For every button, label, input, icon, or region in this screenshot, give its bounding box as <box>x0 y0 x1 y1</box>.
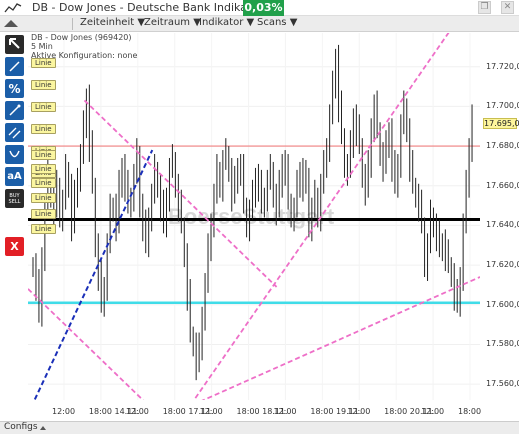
close-icon[interactable]: ✕ <box>501 1 514 14</box>
drawing-label[interactable]: Linie <box>31 164 56 174</box>
y-tick-label: 17.580,0 <box>486 339 519 349</box>
menu-bar: Zeiteinheit ▼ Zeitraum ▼ Indikator ▼ Sca… <box>0 16 519 32</box>
drawing-label[interactable]: Linie <box>31 124 56 134</box>
trend-line[interactable] <box>83 99 278 288</box>
chart-interval: 5 Min <box>31 42 53 51</box>
change-badge: 0,03% <box>243 0 284 16</box>
x-tick-label: 12:00 <box>273 407 297 416</box>
y-tick-label: 17.680,0 <box>486 141 519 151</box>
y-tick-label: 17.620,0 <box>486 260 519 270</box>
y-tick-label: 17.660,0 <box>486 180 519 190</box>
y-tick-label: 17.700,0 <box>486 101 519 111</box>
last-price-label: 17.695,0 <box>483 118 519 129</box>
chart-icon <box>4 3 22 13</box>
chart-plot-area[interactable]: BoerseStuttgart DB - Dow Jones (969420) … <box>28 33 480 400</box>
y-tick-label: 17.600,0 <box>486 299 519 309</box>
trend-line-icon[interactable] <box>5 101 24 120</box>
chevron-up-icon[interactable] <box>40 426 46 430</box>
text-tool-icon[interactable]: aA <box>5 167 24 186</box>
x-tick-label: 12:00 <box>125 407 149 416</box>
x-tick-label: 18:00 <box>458 407 482 416</box>
drawing-label[interactable]: Linie <box>31 193 56 203</box>
price-chart[interactable]: BoerseStuttgart <box>28 33 480 400</box>
trend-line[interactable] <box>164 276 480 400</box>
text-tool-label: aA <box>7 171 22 182</box>
menu-zeiteinheit[interactable]: Zeiteinheit ▼ <box>80 17 145 28</box>
percent-icon[interactable]: % <box>5 79 24 98</box>
chart-info: DB - Dow Jones (969420) 5 Min Aktive Kon… <box>31 33 137 60</box>
arrow-cursor-icon[interactable] <box>5 35 24 54</box>
window-title: DB - Dow Jones - Deutsche Bank Indikatio… <box>32 1 268 14</box>
menu-indikator[interactable]: Indikator ▼ <box>199 17 254 28</box>
y-tick-label: 17.720,0 <box>486 61 519 71</box>
y-tick-label: 17.560,0 <box>486 379 519 389</box>
drawing-label[interactable]: Linie <box>31 102 56 112</box>
delete-label: X <box>10 240 19 253</box>
title-bar: DB - Dow Jones - Deutsche Bank Indikatio… <box>0 0 519 16</box>
x-tick-label: 12:00 <box>421 407 445 416</box>
line-tool-icon[interactable] <box>5 57 24 76</box>
arc-tool-icon[interactable] <box>5 145 24 164</box>
menu-zeitraum[interactable]: Zeitraum ▼ <box>144 17 201 28</box>
drawing-label[interactable]: Linie <box>31 178 56 188</box>
drawing-label[interactable]: Linie <box>31 58 56 68</box>
parallel-lines-icon[interactable] <box>5 123 24 142</box>
chart-symbol: DB - Dow Jones (969420) <box>31 33 132 42</box>
watermark-text: BoerseStuttgart <box>168 204 335 229</box>
status-bar: Configs <box>0 421 519 434</box>
drawing-label[interactable]: Linie <box>31 150 56 160</box>
y-tick-label: 17.640,0 <box>486 220 519 230</box>
configs-button[interactable]: Configs <box>4 422 38 432</box>
x-tick-label: 12:00 <box>347 407 371 416</box>
y-axis: 17.560,0 17.580,0 17.600,0 17.620,0 17.640,0… <box>480 33 519 400</box>
percent-label: % <box>8 81 21 96</box>
buy-sell-label: BUY SELL <box>8 192 21 205</box>
drawing-label[interactable]: Linie <box>31 80 56 90</box>
copy-icon[interactable]: ❐ <box>478 1 491 14</box>
drawing-label[interactable]: Linie <box>31 209 56 219</box>
menu-scans[interactable]: Scans ▼ <box>257 17 297 28</box>
x-tick-label: 12:00 <box>52 407 76 416</box>
x-axis: 12:00 18:00 14.11. 12:00 18:00 17.11. 12:00 1… <box>28 400 482 420</box>
delete-icon[interactable]: X <box>5 237 24 256</box>
drawing-toolbar: % aA BUY SELL X <box>0 33 28 421</box>
collapse-triangle-icon[interactable] <box>4 20 18 27</box>
x-tick-label: 12:00 <box>199 407 223 416</box>
menu-divider <box>72 18 73 30</box>
buy-sell-icon[interactable]: BUY SELL <box>5 189 24 208</box>
drawing-label[interactable]: Linie <box>31 224 56 234</box>
